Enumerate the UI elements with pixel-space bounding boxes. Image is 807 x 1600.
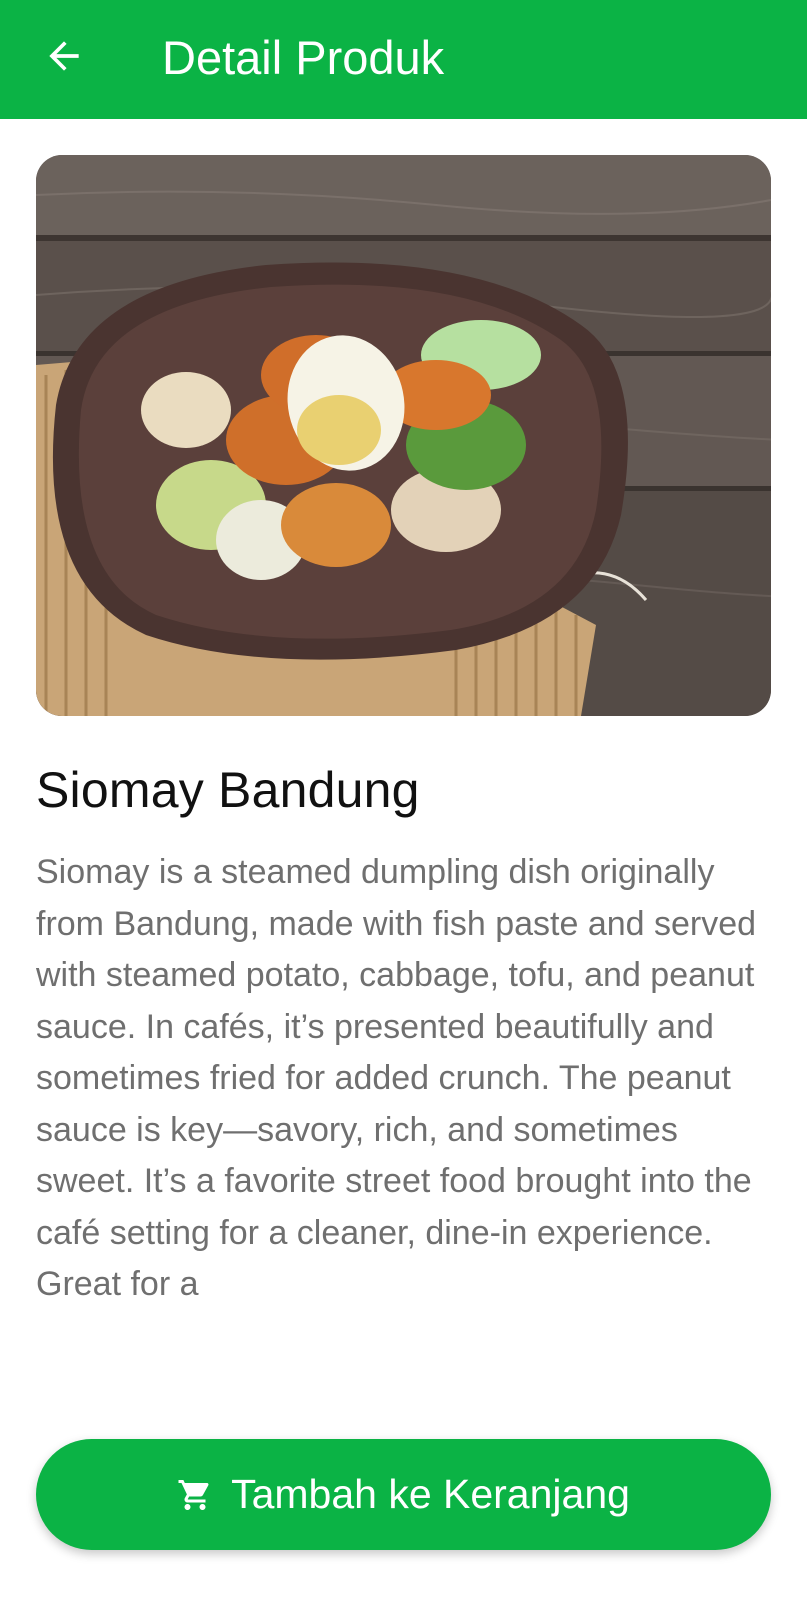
add-to-cart-button[interactable]: Tambah ke Keranjang (36, 1439, 771, 1550)
cart-icon (177, 1477, 213, 1513)
back-button[interactable] (36, 28, 92, 84)
product-image (36, 155, 771, 716)
add-to-cart-label: Tambah ke Keranjang (231, 1471, 630, 1517)
page-title: Detail Produk (162, 31, 445, 84)
arrow-left-icon (49, 41, 79, 71)
app-bar: Detail Produk (0, 0, 807, 119)
product-title: Siomay Bandung (36, 762, 420, 818)
product-description: Siomay is a steamed dumpling dish origin… (36, 853, 757, 1303)
